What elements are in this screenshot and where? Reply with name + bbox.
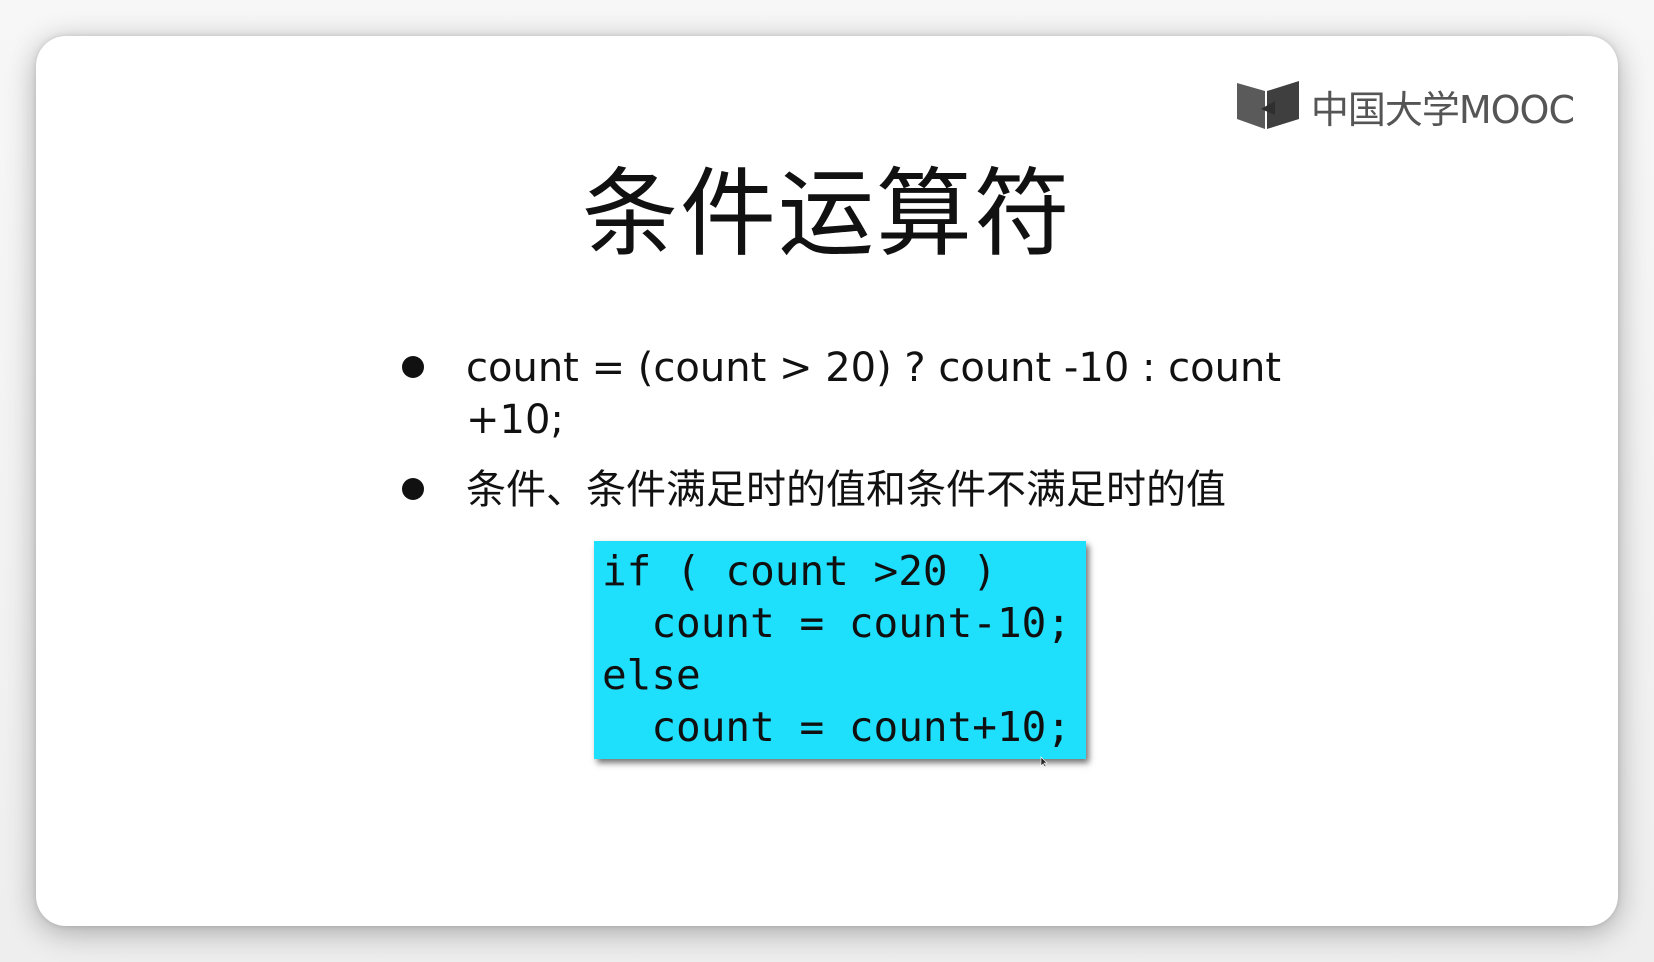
- bullet-item: count = (count > 20) ? count -10 : count…: [396, 342, 1326, 446]
- bullet-dot-icon: [402, 478, 424, 500]
- mouse-cursor-icon: [1040, 756, 1048, 768]
- slide: 中国大学MOOC 条件运算符 count = (count > 20) ? co…: [36, 36, 1618, 926]
- logo-text: 中国大学MOOC: [1310, 87, 1575, 132]
- code-block: if ( count >20 ) count = count-10; else …: [594, 541, 1086, 759]
- code-line: else: [602, 651, 701, 699]
- bullet-text: 条件、条件满足时的值和条件不满足时的值: [466, 467, 1226, 513]
- mooc-logo: 中国大学MOOC: [1235, 76, 1575, 136]
- bullet-list: count = (count > 20) ? count -10 : count…: [396, 342, 1326, 516]
- bullet-item: 条件、条件满足时的值和条件不满足时的值: [396, 464, 1326, 516]
- code-line: count = count+10;: [602, 703, 1071, 751]
- code-line: count = count-10;: [602, 599, 1071, 647]
- bullet-dot-icon: [402, 356, 424, 378]
- bullet-text: count = (count > 20) ? count -10 : count…: [466, 345, 1282, 443]
- slide-title: 条件运算符: [582, 158, 1072, 270]
- book-icon: [1236, 81, 1299, 129]
- video-frame: 中国大学MOOC 条件运算符 count = (count > 20) ? co…: [0, 0, 1654, 962]
- code-line: if ( count >20 ): [602, 547, 997, 595]
